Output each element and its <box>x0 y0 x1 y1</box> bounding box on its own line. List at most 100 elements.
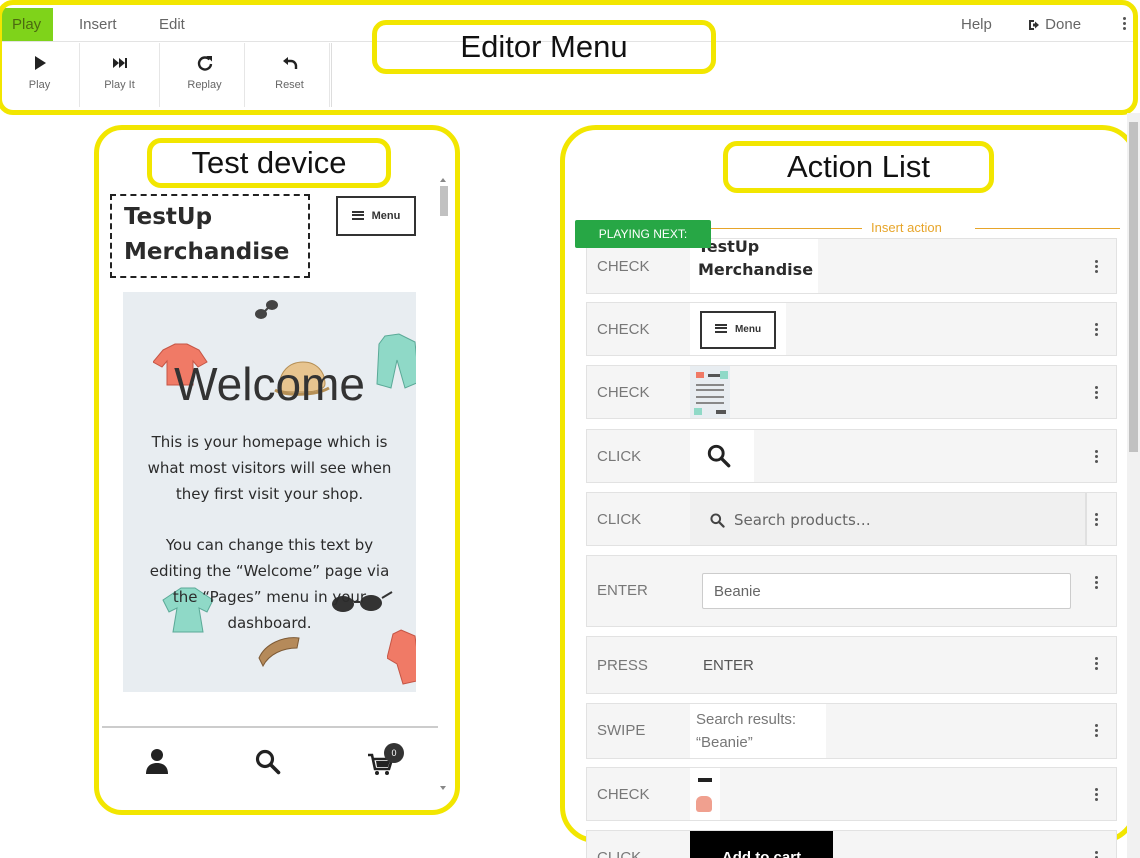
site-menu-button[interactable]: Menu <box>336 196 416 236</box>
cart-count-badge: 0 <box>384 743 404 763</box>
welcome-thumbnail <box>690 366 730 418</box>
site-menu-label: Menu <box>371 210 401 222</box>
search-icon <box>710 513 725 528</box>
action-row[interactable]: CHECK <box>586 365 1117 419</box>
action-type: ENTER <box>597 582 648 599</box>
row-more-icon[interactable] <box>1095 724 1099 738</box>
hamburger-icon <box>714 323 727 333</box>
insert-line-left <box>711 228 862 229</box>
device-footer-bar: 0 <box>102 726 438 794</box>
search-icon <box>707 444 731 468</box>
welcome-paragraph-2-line: You can change this text by <box>165 536 374 554</box>
welcome-paragraph-1-line: This is your homepage which is <box>151 433 388 451</box>
tab-play[interactable]: Play <box>0 8 54 41</box>
action-type: SWIPE <box>597 722 646 739</box>
tab-edit[interactable]: Edit <box>159 8 185 42</box>
action-type: CHECK <box>597 321 650 338</box>
beanie-icon <box>696 796 712 812</box>
action-row[interactable]: CLICK Add to cart <box>586 830 1117 858</box>
action-row[interactable]: CHECK Menu <box>586 302 1117 356</box>
menu-bar: Play Insert Edit Help Done <box>0 6 1137 42</box>
search-placeholder-text: Search products… <box>734 511 871 529</box>
sign-out-icon <box>1029 20 1039 31</box>
action-row[interactable]: PRESS ENTER <box>586 636 1117 694</box>
welcome-paragraph-2-line: editing the “Welcome” page via <box>149 562 390 580</box>
row-more-icon[interactable] <box>1095 513 1099 527</box>
site-title-line-1: TestUp <box>124 204 213 230</box>
welcome-paragraph-2: You can change this text by editing the … <box>141 532 398 636</box>
page-scroll-thumb[interactable] <box>1129 122 1138 452</box>
scroll-down-arrow-icon[interactable] <box>440 786 446 790</box>
scroll-up-arrow-icon[interactable] <box>440 178 446 182</box>
done-label: Done <box>1045 16 1082 33</box>
device-scrollbar[interactable] <box>438 178 448 794</box>
row-more-icon[interactable] <box>1095 386 1099 400</box>
search-icon[interactable] <box>255 749 281 775</box>
help-button[interactable]: Help <box>961 8 992 42</box>
action-type: PRESS <box>597 657 648 674</box>
hamburger-icon <box>351 210 364 220</box>
action-type: CHECK <box>597 786 650 803</box>
menu-button-preview: Menu <box>690 303 786 355</box>
action-type: CLICK <box>597 448 642 465</box>
welcome-paragraph-1-line: what most visitors will see when <box>147 459 392 477</box>
enter-text-field[interactable] <box>702 573 1071 609</box>
device-scroll-thumb[interactable] <box>440 186 448 216</box>
editor-menu: Play Insert Edit Help Done Play Play It <box>0 0 1137 113</box>
search-icon-preview <box>690 430 754 482</box>
play-it-button[interactable]: Play It <box>80 43 160 107</box>
red-sweater-icon <box>387 629 416 685</box>
replay-button[interactable]: Replay <box>165 43 245 107</box>
sunglasses-icon <box>255 300 278 319</box>
belt-icon <box>258 637 300 668</box>
welcome-paragraph-1-line: they first visit your shop. <box>175 485 364 503</box>
play-button[interactable]: Play <box>0 43 80 107</box>
row-more-icon[interactable] <box>1095 323 1099 337</box>
play-label: Play <box>28 79 51 91</box>
action-type: CLICK <box>597 511 642 528</box>
row-more-icon[interactable] <box>1095 851 1099 858</box>
play-it-label: Play It <box>104 79 135 91</box>
row-more-icon[interactable] <box>1095 450 1099 464</box>
insert-action-link[interactable]: Insert action <box>866 220 947 235</box>
redo-icon <box>197 56 212 71</box>
search-results-preview: Search results: “Beanie” <box>690 704 826 758</box>
done-button[interactable]: Done <box>1028 8 1081 42</box>
reset-label: Reset <box>275 79 304 91</box>
site-title-preview-line: TestUp <box>698 239 760 256</box>
row-more-icon[interactable] <box>1095 788 1099 802</box>
reset-button[interactable]: Reset <box>250 43 330 107</box>
action-row[interactable]: CLICK <box>586 429 1117 483</box>
row-more-icon[interactable] <box>1095 576 1099 590</box>
tab-insert[interactable]: Insert <box>79 8 117 42</box>
site-title-line-2: Merchandise <box>124 239 290 265</box>
press-key-label: ENTER <box>703 657 754 674</box>
site-title[interactable]: TestUp Merchandise <box>110 194 310 278</box>
undo-icon <box>282 57 297 69</box>
playback-toolbar: Play Play It Replay Reset <box>0 43 332 107</box>
row-more-icon[interactable] <box>1095 657 1099 671</box>
add-to-cart-preview: Add to cart <box>690 831 833 858</box>
site-title-preview-line: Merchandise <box>698 260 814 279</box>
playing-next-badge: PLAYING NEXT: <box>575 220 711 248</box>
welcome-heading: Welcome <box>174 358 365 410</box>
product-thumbnail <box>690 768 720 820</box>
action-row[interactable]: ENTER <box>586 555 1117 627</box>
welcome-paragraph-1: This is your homepage which is what most… <box>141 429 398 507</box>
menu-button-preview-label: Menu <box>734 324 762 335</box>
welcome-hero: Welcome This is your homepage which is w… <box>123 292 416 692</box>
search-results-preview-line: Search results: <box>696 711 797 728</box>
fast-forward-icon <box>112 58 127 68</box>
more-vertical-icon[interactable] <box>1123 17 1127 31</box>
search-results-preview-line: “Beanie” <box>696 734 753 751</box>
search-field-preview: Search products… <box>690 493 1087 545</box>
row-more-icon[interactable] <box>1095 260 1099 274</box>
action-row[interactable]: CHECK <box>586 767 1117 821</box>
action-row[interactable]: CLICK Search products… <box>586 492 1117 546</box>
insert-line-right <box>975 228 1120 229</box>
action-type: CHECK <box>597 258 650 275</box>
action-type: CLICK <box>597 849 642 858</box>
action-row[interactable]: SWIPE Search results: “Beanie” <box>586 703 1117 759</box>
action-type: CHECK <box>597 384 650 401</box>
account-icon[interactable] <box>145 748 169 774</box>
